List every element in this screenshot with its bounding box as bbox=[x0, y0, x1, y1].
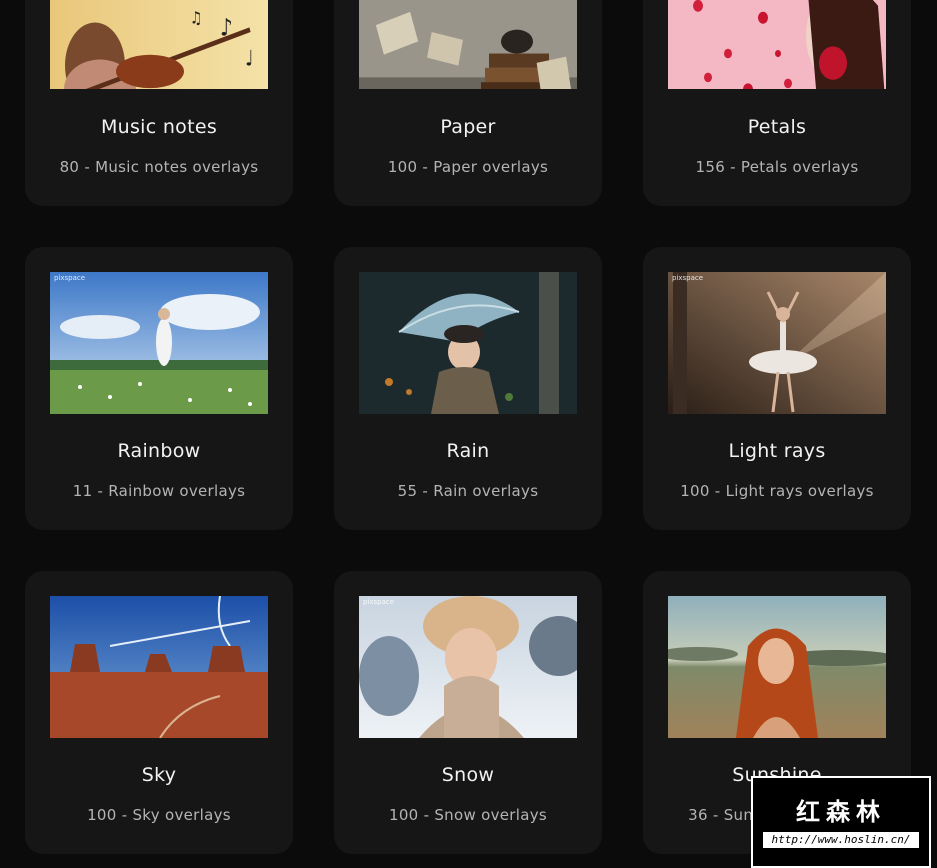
sky-photo bbox=[50, 596, 268, 738]
snow-photo: pixspace bbox=[359, 596, 577, 738]
card-light-rays[interactable]: pixspace Light rays 100 - Light rays ove… bbox=[643, 247, 911, 530]
card-title: Music notes bbox=[100, 116, 218, 138]
watermark-text: pixspace bbox=[54, 274, 86, 282]
watermark-text: pixspace bbox=[363, 598, 395, 606]
card-title: Snow bbox=[441, 764, 495, 786]
overlay-gallery: ♪ ♫ ♩ Music notes 80 - Music notes overl… bbox=[0, 0, 937, 868]
card-title: Paper bbox=[440, 116, 496, 138]
watermark-logo-url: http://www.hoslin.cn/ bbox=[763, 832, 919, 848]
svg-text:♫: ♫ bbox=[190, 9, 203, 29]
card-petals[interactable]: Petals 156 - Petals overlays bbox=[643, 0, 911, 206]
card-subtitle: 80 - Music notes overlays bbox=[59, 158, 259, 176]
rainbow-photo: pixspace bbox=[50, 272, 268, 414]
card-title: Petals bbox=[747, 116, 807, 138]
card-title: Rain bbox=[446, 440, 490, 462]
music-notes-photo: ♪ ♫ ♩ bbox=[50, 0, 268, 89]
paper-photo bbox=[359, 0, 577, 89]
card-sky[interactable]: Sky 100 - Sky overlays bbox=[25, 571, 293, 854]
card-title: Rainbow bbox=[117, 440, 201, 462]
site-watermark-logo: 红森林 http://www.hoslin.cn/ bbox=[751, 776, 931, 868]
card-music-notes[interactable]: ♪ ♫ ♩ Music notes 80 - Music notes overl… bbox=[25, 0, 293, 206]
card-subtitle: 11 - Rainbow overlays bbox=[72, 482, 246, 500]
svg-text:♪: ♪ bbox=[220, 15, 233, 42]
card-subtitle: 55 - Rain overlays bbox=[397, 482, 539, 500]
rain-photo bbox=[359, 272, 577, 414]
card-rain[interactable]: Rain 55 - Rain overlays bbox=[334, 247, 602, 530]
sunshine-photo bbox=[668, 596, 886, 738]
card-title: Sky bbox=[141, 764, 177, 786]
card-title: Light rays bbox=[728, 440, 826, 462]
watermark-text: pixspace bbox=[672, 274, 704, 282]
card-subtitle: 100 - Light rays overlays bbox=[680, 482, 874, 500]
card-subtitle: 100 - Paper overlays bbox=[387, 158, 549, 176]
card-snow[interactable]: pixspace Snow 100 - Snow overlays bbox=[334, 571, 602, 854]
watermark-logo-text: 红森林 bbox=[796, 798, 886, 826]
light-rays-photo: pixspace bbox=[668, 272, 886, 414]
svg-text:♩: ♩ bbox=[245, 46, 253, 71]
card-subtitle: 100 - Snow overlays bbox=[388, 806, 548, 824]
card-subtitle: 156 - Petals overlays bbox=[695, 158, 859, 176]
card-rainbow[interactable]: pixspace Rainbow 11 - Rainbow overlays bbox=[25, 247, 293, 530]
card-paper[interactable]: Paper 100 - Paper overlays bbox=[334, 0, 602, 206]
petals-photo bbox=[668, 0, 886, 89]
card-subtitle: 100 - Sky overlays bbox=[87, 806, 231, 824]
